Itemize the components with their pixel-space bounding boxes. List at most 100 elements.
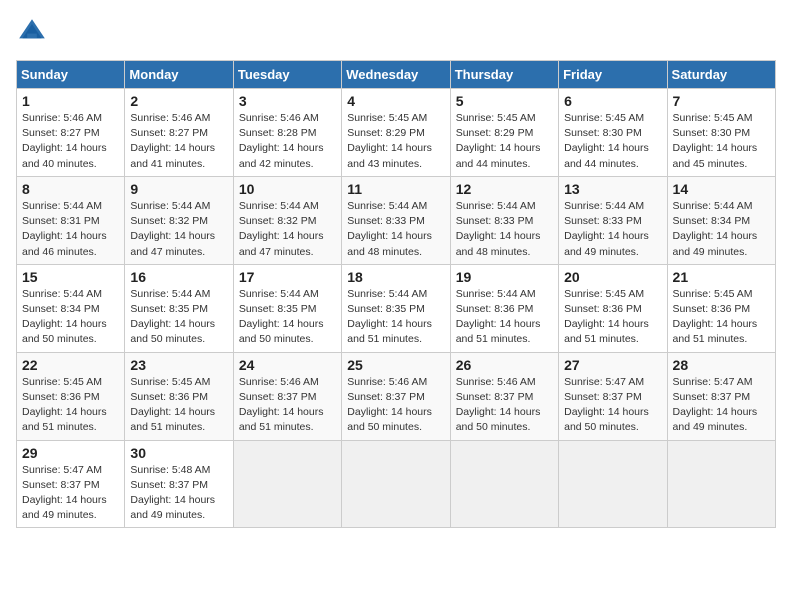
day-details: Sunrise: 5:47 AM Sunset: 8:37 PM Dayligh…: [22, 463, 119, 524]
day-of-week-header: Friday: [559, 61, 667, 89]
calendar-cell: 4 Sunrise: 5:45 AM Sunset: 8:29 PM Dayli…: [342, 89, 450, 177]
sunrise-text: Sunrise: 5:44 AM: [456, 287, 553, 302]
calendar-cell: 19 Sunrise: 5:44 AM Sunset: 8:36 PM Dayl…: [450, 264, 558, 352]
day-number: 30: [130, 445, 227, 461]
day-number: 4: [347, 93, 444, 109]
day-details: Sunrise: 5:47 AM Sunset: 8:37 PM Dayligh…: [673, 375, 770, 436]
calendar-cell: 24 Sunrise: 5:46 AM Sunset: 8:37 PM Dayl…: [233, 352, 341, 440]
sunrise-text: Sunrise: 5:46 AM: [239, 111, 336, 126]
calendar-week-row: 15 Sunrise: 5:44 AM Sunset: 8:34 PM Dayl…: [17, 264, 776, 352]
day-of-week-header: Wednesday: [342, 61, 450, 89]
sunrise-text: Sunrise: 5:44 AM: [347, 199, 444, 214]
sunrise-text: Sunrise: 5:46 AM: [239, 375, 336, 390]
sunset-text: Sunset: 8:36 PM: [456, 302, 553, 317]
sunset-text: Sunset: 8:37 PM: [347, 390, 444, 405]
calendar-cell: 10 Sunrise: 5:44 AM Sunset: 8:32 PM Dayl…: [233, 176, 341, 264]
calendar-cell: 25 Sunrise: 5:46 AM Sunset: 8:37 PM Dayl…: [342, 352, 450, 440]
daylight-text: Daylight: 14 hours and 48 minutes.: [456, 229, 553, 259]
sunset-text: Sunset: 8:37 PM: [22, 478, 119, 493]
calendar-cell: 11 Sunrise: 5:44 AM Sunset: 8:33 PM Dayl…: [342, 176, 450, 264]
day-details: Sunrise: 5:44 AM Sunset: 8:32 PM Dayligh…: [130, 199, 227, 260]
sunset-text: Sunset: 8:32 PM: [130, 214, 227, 229]
day-number: 5: [456, 93, 553, 109]
day-number: 28: [673, 357, 770, 373]
day-number: 16: [130, 269, 227, 285]
day-number: 29: [22, 445, 119, 461]
day-number: 11: [347, 181, 444, 197]
calendar-cell: [450, 440, 558, 528]
sunrise-text: Sunrise: 5:44 AM: [673, 199, 770, 214]
sunset-text: Sunset: 8:37 PM: [673, 390, 770, 405]
sunset-text: Sunset: 8:27 PM: [130, 126, 227, 141]
day-of-week-header: Monday: [125, 61, 233, 89]
calendar-cell: 7 Sunrise: 5:45 AM Sunset: 8:30 PM Dayli…: [667, 89, 775, 177]
sunrise-text: Sunrise: 5:46 AM: [22, 111, 119, 126]
calendar-cell: 16 Sunrise: 5:44 AM Sunset: 8:35 PM Dayl…: [125, 264, 233, 352]
daylight-text: Daylight: 14 hours and 50 minutes.: [22, 317, 119, 347]
sunset-text: Sunset: 8:32 PM: [239, 214, 336, 229]
calendar-cell: 15 Sunrise: 5:44 AM Sunset: 8:34 PM Dayl…: [17, 264, 125, 352]
sunset-text: Sunset: 8:36 PM: [22, 390, 119, 405]
logo: [16, 16, 52, 48]
day-details: Sunrise: 5:46 AM Sunset: 8:37 PM Dayligh…: [239, 375, 336, 436]
sunrise-text: Sunrise: 5:46 AM: [130, 111, 227, 126]
calendar-cell: [667, 440, 775, 528]
sunrise-text: Sunrise: 5:44 AM: [130, 199, 227, 214]
daylight-text: Daylight: 14 hours and 47 minutes.: [130, 229, 227, 259]
day-details: Sunrise: 5:44 AM Sunset: 8:32 PM Dayligh…: [239, 199, 336, 260]
sunset-text: Sunset: 8:29 PM: [456, 126, 553, 141]
day-number: 3: [239, 93, 336, 109]
sunset-text: Sunset: 8:35 PM: [130, 302, 227, 317]
sunset-text: Sunset: 8:33 PM: [456, 214, 553, 229]
calendar-cell: 28 Sunrise: 5:47 AM Sunset: 8:37 PM Dayl…: [667, 352, 775, 440]
day-number: 17: [239, 269, 336, 285]
sunset-text: Sunset: 8:34 PM: [673, 214, 770, 229]
daylight-text: Daylight: 14 hours and 50 minutes.: [564, 405, 661, 435]
daylight-text: Daylight: 14 hours and 49 minutes.: [22, 493, 119, 523]
sunrise-text: Sunrise: 5:45 AM: [564, 287, 661, 302]
sunset-text: Sunset: 8:31 PM: [22, 214, 119, 229]
sunset-text: Sunset: 8:36 PM: [130, 390, 227, 405]
calendar-header-row: SundayMondayTuesdayWednesdayThursdayFrid…: [17, 61, 776, 89]
daylight-text: Daylight: 14 hours and 51 minutes.: [564, 317, 661, 347]
daylight-text: Daylight: 14 hours and 51 minutes.: [130, 405, 227, 435]
sunrise-text: Sunrise: 5:45 AM: [673, 287, 770, 302]
day-details: Sunrise: 5:44 AM Sunset: 8:33 PM Dayligh…: [564, 199, 661, 260]
sunrise-text: Sunrise: 5:47 AM: [673, 375, 770, 390]
calendar-week-row: 1 Sunrise: 5:46 AM Sunset: 8:27 PM Dayli…: [17, 89, 776, 177]
daylight-text: Daylight: 14 hours and 50 minutes.: [456, 405, 553, 435]
calendar-cell: 1 Sunrise: 5:46 AM Sunset: 8:27 PM Dayli…: [17, 89, 125, 177]
daylight-text: Daylight: 14 hours and 49 minutes.: [564, 229, 661, 259]
sunrise-text: Sunrise: 5:46 AM: [456, 375, 553, 390]
day-of-week-header: Sunday: [17, 61, 125, 89]
sunset-text: Sunset: 8:36 PM: [564, 302, 661, 317]
logo-icon: [16, 16, 48, 48]
sunrise-text: Sunrise: 5:44 AM: [456, 199, 553, 214]
sunset-text: Sunset: 8:34 PM: [22, 302, 119, 317]
sunset-text: Sunset: 8:33 PM: [564, 214, 661, 229]
day-details: Sunrise: 5:48 AM Sunset: 8:37 PM Dayligh…: [130, 463, 227, 524]
calendar-cell: 23 Sunrise: 5:45 AM Sunset: 8:36 PM Dayl…: [125, 352, 233, 440]
sunset-text: Sunset: 8:37 PM: [239, 390, 336, 405]
sunset-text: Sunset: 8:37 PM: [130, 478, 227, 493]
day-of-week-header: Saturday: [667, 61, 775, 89]
daylight-text: Daylight: 14 hours and 47 minutes.: [239, 229, 336, 259]
daylight-text: Daylight: 14 hours and 50 minutes.: [130, 317, 227, 347]
day-details: Sunrise: 5:44 AM Sunset: 8:33 PM Dayligh…: [347, 199, 444, 260]
calendar-cell: 29 Sunrise: 5:47 AM Sunset: 8:37 PM Dayl…: [17, 440, 125, 528]
day-number: 18: [347, 269, 444, 285]
sunrise-text: Sunrise: 5:47 AM: [564, 375, 661, 390]
day-number: 13: [564, 181, 661, 197]
day-number: 2: [130, 93, 227, 109]
day-number: 21: [673, 269, 770, 285]
daylight-text: Daylight: 14 hours and 50 minutes.: [347, 405, 444, 435]
day-number: 10: [239, 181, 336, 197]
day-details: Sunrise: 5:45 AM Sunset: 8:36 PM Dayligh…: [564, 287, 661, 348]
calendar-cell: 22 Sunrise: 5:45 AM Sunset: 8:36 PM Dayl…: [17, 352, 125, 440]
calendar-cell: 27 Sunrise: 5:47 AM Sunset: 8:37 PM Dayl…: [559, 352, 667, 440]
calendar-cell: 30 Sunrise: 5:48 AM Sunset: 8:37 PM Dayl…: [125, 440, 233, 528]
sunrise-text: Sunrise: 5:45 AM: [22, 375, 119, 390]
day-number: 8: [22, 181, 119, 197]
calendar-week-row: 29 Sunrise: 5:47 AM Sunset: 8:37 PM Dayl…: [17, 440, 776, 528]
daylight-text: Daylight: 14 hours and 44 minutes.: [564, 141, 661, 171]
